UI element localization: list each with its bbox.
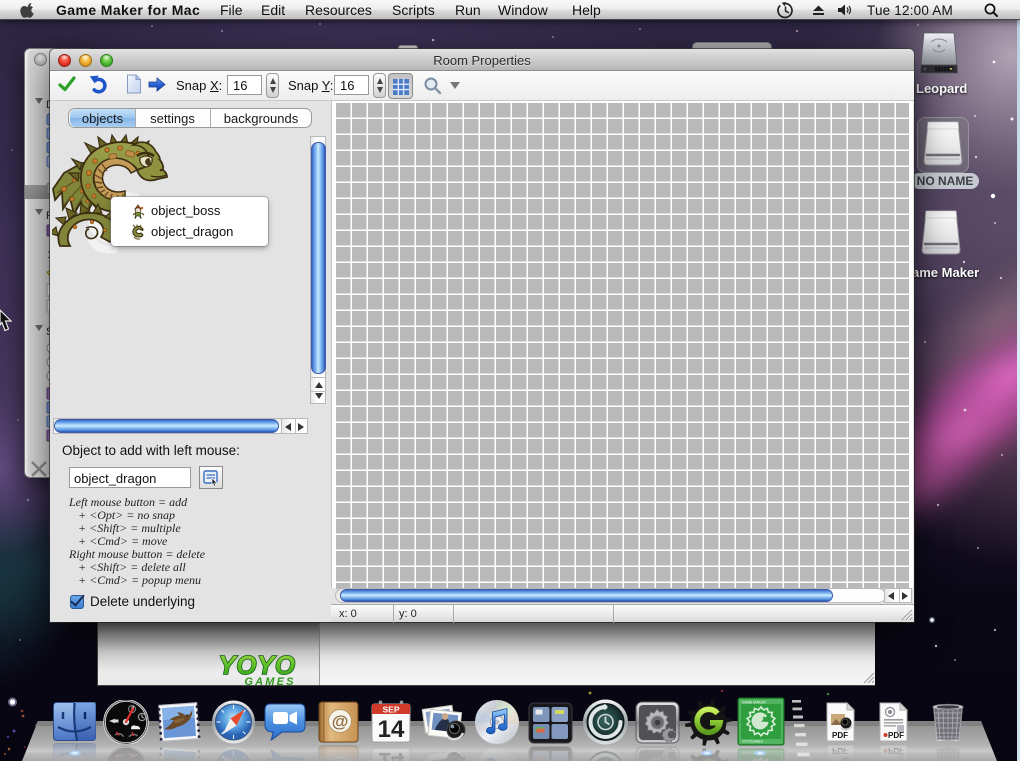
svg-text:GAMES: GAMES: [244, 676, 295, 688]
